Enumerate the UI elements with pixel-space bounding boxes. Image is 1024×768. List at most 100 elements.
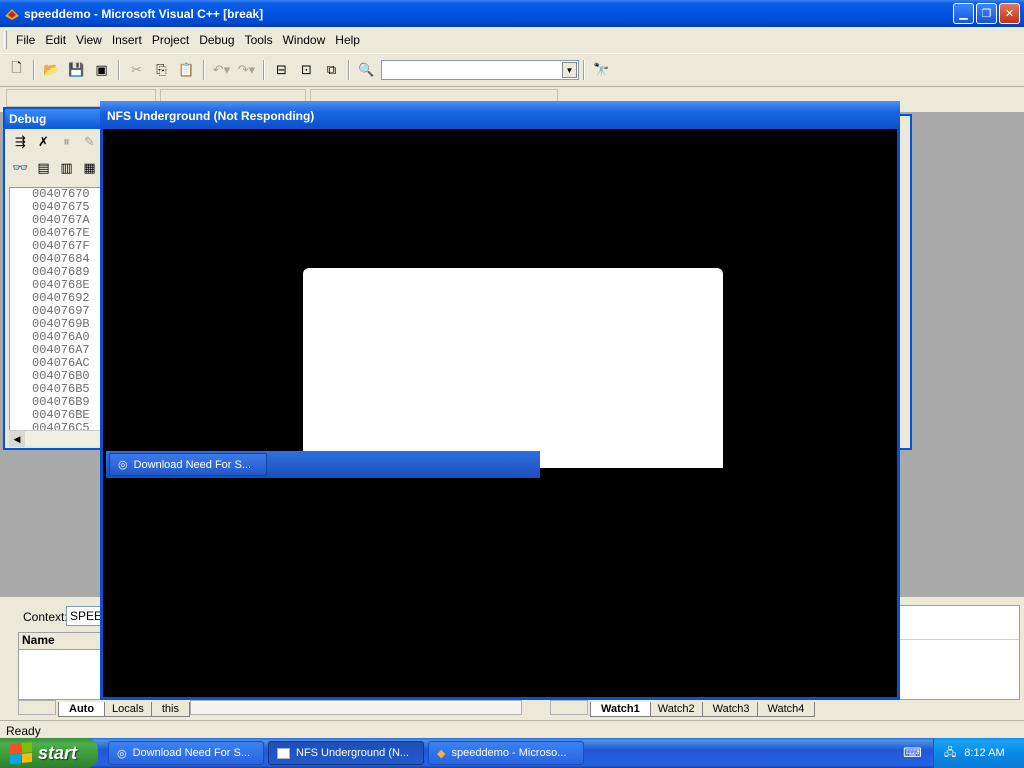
apply-code-changes-button[interactable]: ✎ — [79, 131, 100, 153]
restart-button[interactable]: ⇶ — [10, 131, 31, 153]
chevron-left-icon[interactable]: ◀ — [9, 431, 25, 447]
context-label: Context: — [23, 610, 68, 624]
tab-watch3[interactable]: Watch3 — [701, 702, 761, 717]
main-window-title: speeddemo - Microsoft Visual C++ [break] — [24, 6, 264, 21]
find-combo[interactable]: ▼ — [381, 60, 579, 80]
clock[interactable]: 8:12 AM — [964, 747, 1004, 759]
break-icon: ⏸ — [63, 134, 70, 149]
browser-icon: ◎ — [118, 459, 128, 471]
save-button[interactable]: 💾 — [65, 59, 88, 81]
taskbar: start ◎ Download Need For S... NFS Under… — [0, 738, 1024, 768]
minimize-button[interactable]: ▁ — [953, 3, 974, 24]
find-in-files-button[interactable]: 🔍 — [355, 59, 378, 81]
main-title-bar[interactable]: speeddemo - Microsoft Visual C++ [break]… — [0, 0, 1024, 27]
variables-tab-scroll[interactable] — [18, 700, 56, 715]
undo-button[interactable]: ↶▾ — [210, 59, 233, 81]
watch-window-button[interactable]: ▤ — [33, 157, 54, 179]
nfs-window-title[interactable]: NFS Underground (Not Responding) — [100, 101, 900, 129]
apply-changes-icon: ✎ — [84, 134, 95, 149]
tab-auto[interactable]: Auto — [58, 702, 106, 717]
watch-grid[interactable] — [898, 605, 1020, 700]
ghost-taskbar-strip: ◎ Download Need For S... — [106, 451, 540, 478]
restore-button[interactable]: ❐ — [976, 3, 997, 24]
menu-window[interactable]: Window — [278, 31, 331, 49]
stop-debugging-icon: ✗ — [38, 134, 49, 149]
paste-button[interactable]: 📋 — [175, 59, 198, 81]
menu-insert[interactable]: Insert — [107, 31, 147, 49]
new-file-button[interactable]: 🗋 — [5, 59, 28, 81]
tab-locals[interactable]: Locals — [101, 702, 155, 717]
menu-view[interactable]: View — [71, 31, 107, 49]
standard-toolbar: 🗋 📂 💾 ▣ ✂ ⎘ 📋 ↶▾ ↷▾ ⊟ ⊡ ⧉ 🔍 ▼ 🔭 — [0, 53, 1024, 87]
browser-icon: ◎ — [117, 747, 127, 760]
variables-grid[interactable]: Name — [18, 632, 108, 700]
blank-dialog — [303, 268, 723, 468]
toolbar-separator — [263, 60, 265, 80]
toolbar-separator — [118, 60, 120, 80]
keyboard-icon[interactable]: ⌨ — [901, 742, 924, 764]
network-icon[interactable]: 🖧 — [944, 744, 956, 763]
output-icon: ⊡ — [301, 62, 312, 77]
variables-window-button[interactable]: ▥ — [56, 157, 77, 179]
find-in-files-icon: 🔍 — [358, 62, 375, 77]
menu-file[interactable]: File — [11, 31, 40, 49]
tab-this[interactable]: this — [150, 702, 190, 717]
tab-watch2[interactable]: Watch2 — [646, 702, 706, 717]
glasses-icon: 👓 — [12, 160, 29, 175]
quickwatch-button[interactable]: 👓 — [10, 157, 31, 179]
taskbar-button-vcpp[interactable]: ◆ speeddemo - Microso... — [428, 741, 584, 765]
disassembly-hscrollbar[interactable]: ◀ — [9, 430, 101, 447]
redo-button[interactable]: ↷▾ — [235, 59, 258, 81]
cut-button[interactable]: ✂ — [125, 59, 148, 81]
save-all-button[interactable]: ▣ — [90, 59, 113, 81]
break-button[interactable]: ⏸ — [56, 131, 77, 153]
toolbar-separator — [33, 60, 35, 80]
system-tray: 🖧 8:12 AM — [933, 738, 1024, 768]
ghost-task-button: ◎ Download Need For S... — [109, 453, 267, 476]
taskbar-button-nfs[interactable]: NFS Underground (N... — [268, 741, 424, 765]
memory-window-button[interactable]: ▦ — [79, 157, 100, 179]
menu-tools[interactable]: Tools — [240, 31, 278, 49]
toolbar-separator — [583, 60, 585, 80]
variables-tabs: Auto Locals this — [58, 700, 190, 717]
debug-toolbar-row-2: 👓 ▤ ▥ ▦ — [5, 155, 101, 181]
variables-hscrollbar[interactable] — [190, 700, 522, 715]
watch-tab-scroll[interactable] — [550, 700, 588, 715]
tab-watch4[interactable]: Watch4 — [756, 702, 816, 717]
menu-debug[interactable]: Debug — [194, 31, 239, 49]
tab-watch1[interactable]: Watch1 — [590, 702, 651, 717]
window-list-button[interactable]: ⧉ — [320, 59, 343, 81]
status-text: Ready — [6, 724, 41, 738]
cut-icon: ✂ — [131, 62, 142, 77]
debug-window-title[interactable]: Debug — [5, 109, 101, 129]
disassembly-view[interactable]: 00407670 00407675 0040767A 0040767E 0040… — [9, 187, 101, 437]
open-folder-icon: 📂 — [43, 62, 60, 77]
menu-grip[interactable] — [4, 31, 7, 49]
taskbar-button-download[interactable]: ◎ Download Need For S... — [108, 741, 264, 765]
close-button[interactable]: ✕ — [999, 3, 1020, 24]
menu-edit[interactable]: Edit — [40, 31, 71, 49]
ghost-task-label: Download Need For S... — [133, 458, 251, 471]
paste-icon: 📋 — [178, 62, 195, 77]
debug-toolbar-window[interactable]: Debug ⇶ ✗ ⏸ ✎ 👓 ▤ ▥ ▦ 00407670 00407675 … — [3, 107, 103, 450]
copy-button[interactable]: ⎘ — [150, 59, 173, 81]
toolbar-separator — [203, 60, 205, 80]
window-icon — [277, 747, 290, 759]
nfs-window[interactable]: NFS Underground (Not Responding) ◎ Downl… — [100, 101, 900, 700]
taskbar-button-label: NFS Underground (N... — [296, 747, 410, 759]
open-button[interactable]: 📂 — [40, 59, 63, 81]
workspace-button[interactable]: ⊟ — [270, 59, 293, 81]
menu-project[interactable]: Project — [147, 31, 194, 49]
start-button[interactable]: start — [0, 738, 98, 768]
restart-icon: ⇶ — [15, 134, 26, 149]
find-button[interactable]: 🔭 — [590, 59, 613, 81]
workspace-icon: ⊟ — [276, 62, 287, 77]
name-column-header[interactable]: Name — [19, 633, 107, 650]
stop-debugging-button[interactable]: ✗ — [33, 131, 54, 153]
watch-grid-header — [899, 606, 1019, 640]
variables-icon: ▥ — [60, 160, 73, 175]
restore-icon: ❐ — [981, 8, 992, 20]
output-button[interactable]: ⊡ — [295, 59, 318, 81]
menu-help[interactable]: Help — [330, 31, 365, 49]
chevron-down-icon[interactable]: ▼ — [562, 62, 577, 78]
